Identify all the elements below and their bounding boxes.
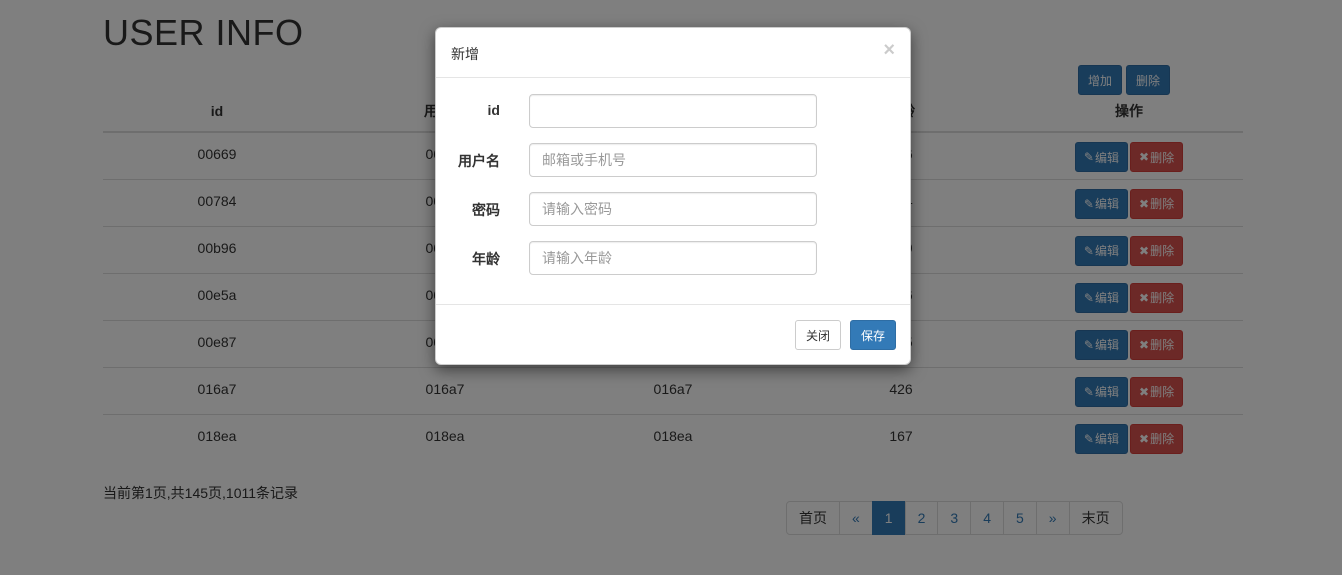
age-form-row: 年龄	[436, 241, 912, 275]
username-field[interactable]	[529, 143, 817, 177]
id-form-row: id	[436, 94, 912, 128]
add-user-dialog: 新增 × id 用户名 密码 年龄 关闭 保存	[435, 27, 911, 365]
password-label: 密码	[472, 202, 500, 218]
dialog-title: 新增	[451, 46, 479, 62]
age-label: 年龄	[472, 251, 500, 267]
close-button[interactable]: 关闭	[794, 320, 841, 350]
username-label: 用户名	[458, 153, 500, 169]
password-field[interactable]	[529, 192, 817, 226]
dialog-header: 新增 ×	[436, 28, 910, 78]
username-form-row: 用户名	[436, 143, 912, 177]
save-button[interactable]: 保存	[849, 320, 896, 350]
password-form-row: 密码	[436, 192, 912, 226]
id-field[interactable]	[529, 94, 817, 128]
dialog-footer: 关闭 保存	[436, 304, 910, 364]
close-icon[interactable]: ×	[883, 40, 895, 60]
id-label: id	[487, 102, 500, 118]
age-field[interactable]	[529, 241, 817, 275]
